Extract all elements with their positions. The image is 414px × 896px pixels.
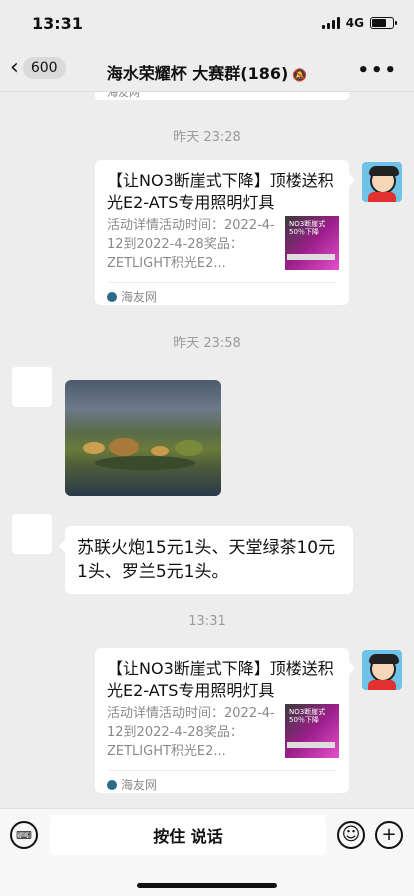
battery-icon — [370, 17, 397, 29]
status-bar: 13:31 4G — [0, 0, 414, 48]
more-button[interactable]: ••• — [357, 60, 398, 81]
link-thumbnail-text: NO3断崖式 50％下降 — [289, 220, 326, 236]
avatar-face — [369, 654, 399, 682]
link-card-thumbnail: NO3断崖式 50％下降 — [285, 216, 339, 270]
source-icon — [107, 291, 117, 302]
more-icon: ••• — [357, 60, 398, 81]
link-card-source: 海友网 — [107, 288, 157, 305]
chat-message-list[interactable]: 海友网 昨天 23:28 【让NO3断崖式下降】顶楼送积光E2-ATS专用照明灯… — [0, 92, 414, 808]
signal-icon — [321, 17, 340, 29]
more-actions-button[interactable]: + — [375, 821, 403, 849]
partial-link-card[interactable]: 海友网 — [95, 92, 349, 100]
chat-title: 海水荣耀杯 大赛群(186) 🔕 — [0, 60, 414, 84]
link-card-source: 海友网 — [107, 776, 157, 793]
link-card-message[interactable]: 【让NO3断崖式下降】顶楼送积光E2-ATS专用照明灯具 活动详情活动时间：20… — [95, 160, 355, 305]
link-card-description: 活动详情活动时间：2022-4-12到2022-4-28奖品：ZETLIGHT积… — [107, 218, 275, 271]
nav-bar: ‹ 600 海水荣耀杯 大赛群(186) 🔕 ••• — [0, 48, 414, 92]
avatar-sender[interactable] — [12, 514, 52, 554]
source-icon — [107, 779, 117, 790]
image-message[interactable] — [65, 380, 221, 496]
avatar-self[interactable] — [362, 650, 402, 690]
link-thumbnail-text: NO3断崖式 50％下降 — [289, 708, 326, 724]
network-type: 4G — [345, 16, 364, 30]
hold-to-talk-button[interactable]: 按住 说话 — [50, 815, 326, 855]
message-timestamp: 昨天 23:28 — [173, 130, 241, 145]
link-source-name: 海友网 — [121, 290, 158, 304]
link-card-description: 活动详情活动时间：2022-4-12到2022-4-28奖品：ZETLIGHT积… — [107, 706, 275, 759]
avatar-self[interactable] — [362, 162, 402, 202]
status-time: 13:31 — [32, 14, 83, 33]
mute-bell-icon: 🔕 — [292, 68, 308, 82]
status-indicators: 4G — [321, 16, 397, 30]
link-card-message[interactable]: 【让NO3断崖式下降】顶楼送积光E2-ATS专用照明灯具 活动详情活动时间：20… — [95, 648, 355, 793]
voice-keyboard-toggle[interactable]: ⌨ — [10, 821, 38, 849]
link-card-thumbnail: NO3断崖式 50％下降 — [285, 704, 339, 758]
link-card-title: 【让NO3断崖式下降】顶楼送积光E2-ATS专用照明灯具 — [107, 171, 334, 212]
home-indicator[interactable] — [137, 883, 277, 888]
text-message[interactable]: 苏联火炮15元1头、天堂绿茶10元1头、罗兰5元1头。 — [59, 526, 353, 594]
plus-icon: + — [381, 824, 397, 845]
partial-card-source: 海友网 — [107, 92, 140, 99]
emoji-icon: ☺ — [341, 824, 361, 845]
link-source-name: 海友网 — [121, 778, 158, 792]
avatar-face — [369, 166, 399, 194]
avatar-sender[interactable] — [12, 367, 52, 407]
chat-title-text: 海水荣耀杯 大赛群(186) — [106, 64, 289, 83]
input-bar: ⌨ 按住 说话 ☺ + — [0, 808, 414, 896]
link-card-title: 【让NO3断崖式下降】顶楼送积光E2-ATS专用照明灯具 — [107, 659, 334, 700]
message-timestamp: 13:31 — [188, 614, 226, 629]
message-timestamp: 昨天 23:58 — [173, 336, 241, 351]
emoji-button[interactable]: ☺ — [337, 821, 365, 849]
keyboard-icon: ⌨ — [16, 828, 32, 842]
